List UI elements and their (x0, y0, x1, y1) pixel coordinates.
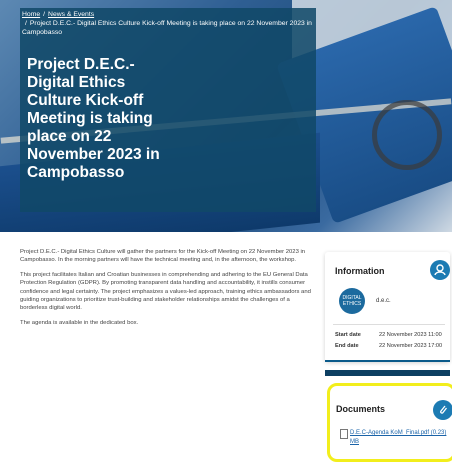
end-date-label: End date (335, 343, 359, 349)
card-bottom-border (325, 360, 450, 362)
section-divider-bar (325, 370, 450, 376)
paperclip-icon (433, 400, 452, 420)
end-date-value: 22 November 2023 17:00 (379, 343, 443, 349)
information-card: Information DIGITAL ETHICS d.e.c. Start … (325, 252, 450, 362)
breadcrumb-separator: / (43, 11, 46, 18)
article-paragraph: Project D.E.C.- Digital Ethics Culture w… (20, 249, 306, 264)
information-title: Information (335, 266, 385, 276)
agenda-pdf-link[interactable]: D.E.C-Agenda KoM_Final.pdf (0.23) MB (350, 429, 448, 447)
person-icon (430, 260, 450, 280)
project-logo: DIGITAL ETHICS (339, 288, 365, 314)
divider (333, 324, 445, 325)
documents-card: Documents D.E.C-Agenda KoM_Final.pdf (0.… (327, 383, 452, 462)
article-paragraph: This project facilitates Italian and Cro… (20, 271, 311, 312)
breadcrumb: Home / News & Events / Project D.E.C.- Digi… (22, 10, 314, 37)
start-date-value: 22 November 2023 11:00 (379, 332, 442, 338)
article-paragraph: The agenda is available in the dedicated… (20, 319, 139, 326)
hero-rope (372, 100, 442, 170)
breadcrumb-news-events[interactable]: News & Events (48, 11, 94, 18)
documents-title: Documents (336, 404, 386, 414)
article-body: Project D.E.C.- Digital Ethics Culture w… (20, 248, 312, 333)
page-title: Project D.E.C.- Digital Ethics Culture K… (27, 56, 160, 181)
start-date-label: Start date (335, 332, 361, 338)
breadcrumb-current: Project D.E.C.- Digital Ethics Culture K… (22, 20, 312, 36)
breadcrumb-separator: / (25, 20, 27, 27)
project-name: d.e.c. (376, 298, 391, 304)
breadcrumb-home[interactable]: Home (22, 11, 40, 18)
pdf-file-icon (340, 429, 348, 439)
